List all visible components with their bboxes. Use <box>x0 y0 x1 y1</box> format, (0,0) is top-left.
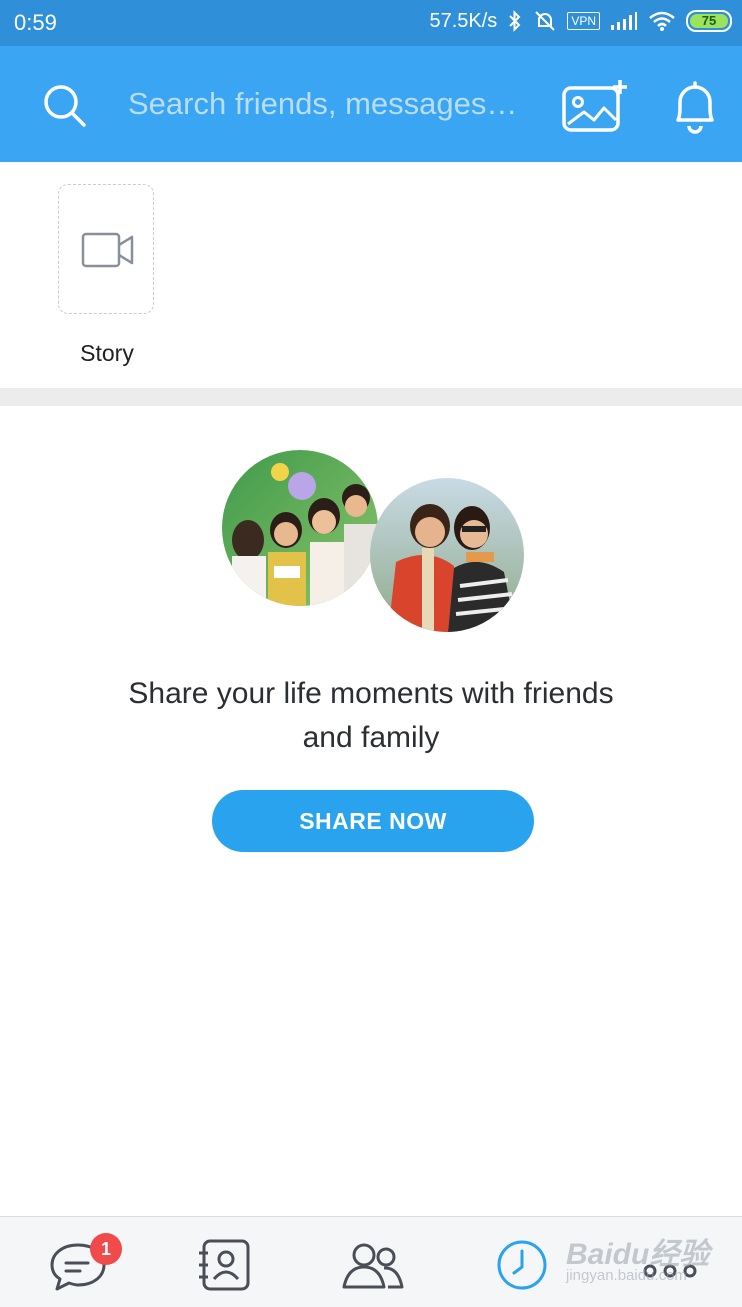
story-section: Story <box>0 162 742 388</box>
add-photo-icon[interactable] <box>560 78 630 134</box>
status-time: 0:59 <box>14 10 57 35</box>
battery-indicator: 75 <box>686 10 732 32</box>
friends-photo <box>370 478 524 632</box>
bell-icon[interactable] <box>668 78 722 134</box>
promo-message: Share your life moments with friends and… <box>90 672 652 760</box>
battery-level: 75 <box>690 14 728 28</box>
story-label: Story <box>80 340 134 366</box>
status-indicators: 57.5K/s VPN 75 <box>429 9 732 33</box>
promo-line-2: and family <box>302 721 440 754</box>
watermark-sub: jingyan.baidu.com <box>566 1267 687 1284</box>
app-header <box>0 46 742 162</box>
people-icon[interactable] <box>340 1237 406 1293</box>
unread-badge: 1 <box>90 1233 122 1265</box>
search-icon[interactable] <box>40 81 88 129</box>
bluetooth-icon <box>509 10 521 32</box>
network-speed: 57.5K/s <box>429 9 498 32</box>
baidu-watermark: Baidu经验 jingyan.baidu.com <box>566 1229 736 1289</box>
share-now-button[interactable]: SHARE NOW <box>212 790 534 852</box>
promo-line-1: Share your life moments with friends <box>128 677 614 710</box>
bottom-navigation: 1 Baidu经验 jingyan.baidu.com <box>0 1216 742 1307</box>
party-photo <box>222 450 378 606</box>
mute-icon <box>535 11 556 31</box>
clock-icon[interactable] <box>492 1237 552 1293</box>
signal-icon <box>611 12 637 30</box>
story-tile[interactable] <box>58 184 154 314</box>
contact-card-icon[interactable] <box>194 1237 254 1293</box>
section-divider <box>0 388 742 406</box>
vpn-badge: VPN <box>567 12 600 30</box>
promo-section: Share your life moments with friends and… <box>0 406 742 1216</box>
search-input[interactable] <box>128 84 538 124</box>
wifi-icon <box>649 11 675 31</box>
status-bar: 0:59 57.5K/s VPN 75 <box>0 0 742 46</box>
video-camera-icon <box>81 232 134 268</box>
